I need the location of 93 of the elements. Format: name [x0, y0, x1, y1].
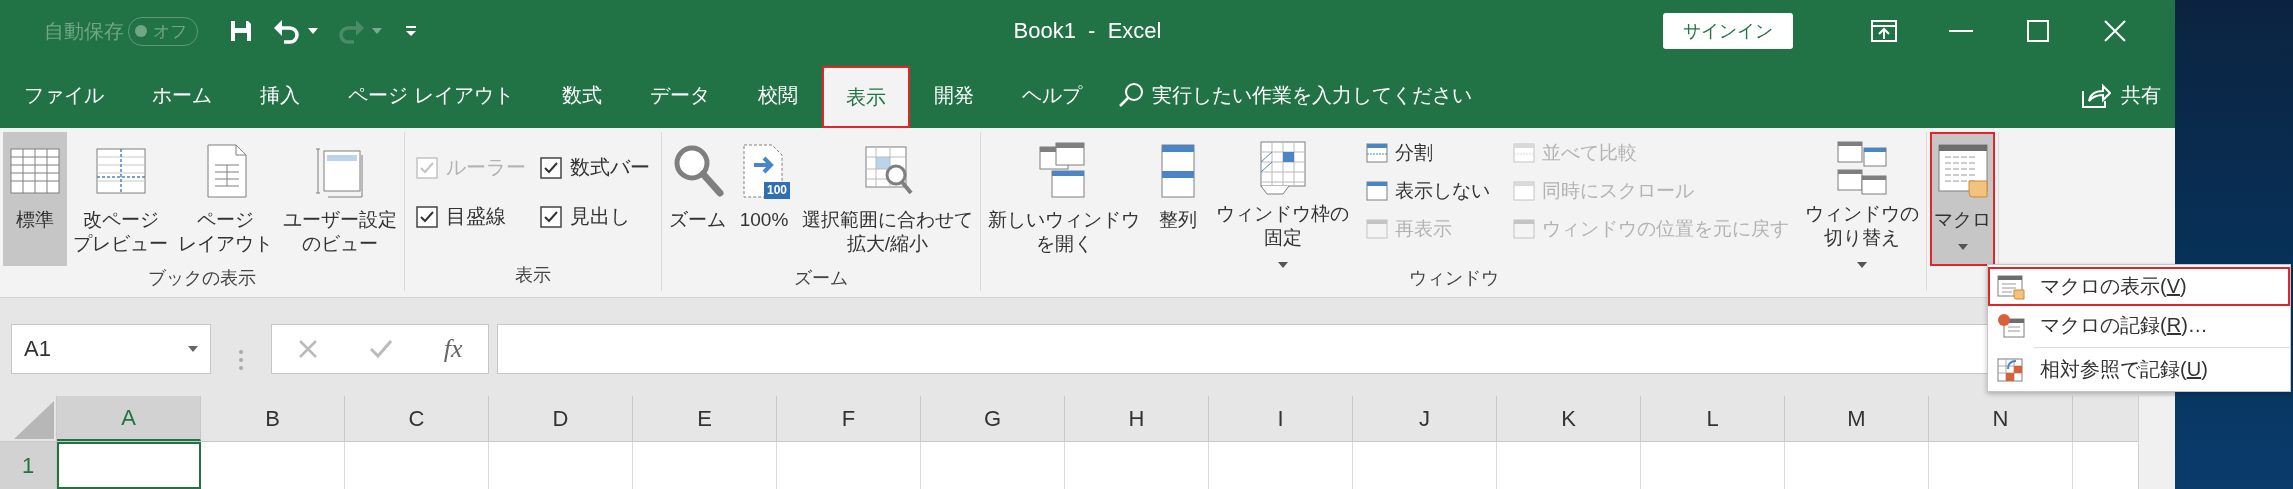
- record-macro-icon: [1996, 312, 2026, 339]
- ribbon-button[interactable]: ユーザー設定 のビュー: [279, 132, 401, 266]
- column-header[interactable]: E: [633, 396, 777, 441]
- group-label: ブックの表示: [148, 268, 256, 288]
- zoom-level-badge: 100: [763, 182, 790, 199]
- drag-handle-icon[interactable]: [239, 349, 243, 371]
- split-window-icon: [1512, 142, 1536, 164]
- ribbon-tab[interactable]: 挿入: [236, 62, 324, 128]
- ribbon-button[interactable]: ウィンドウの 切り替え: [1801, 132, 1923, 266]
- ribbon-button[interactable]: 分割: [1363, 138, 1492, 168]
- select-all-icon[interactable]: [14, 401, 54, 439]
- column-header[interactable]: K: [1497, 396, 1641, 441]
- ribbon-button[interactable]: 表示しない: [1363, 176, 1492, 206]
- ribbon-tab[interactable]: 開発: [909, 62, 998, 128]
- active-cell[interactable]: [57, 442, 201, 489]
- caret-icon: [1857, 261, 1867, 268]
- insert-function-button[interactable]: fx: [443, 334, 463, 364]
- ribbon-tab[interactable]: ファイル: [0, 62, 128, 128]
- menu-item[interactable]: マクロの表示(V): [1988, 267, 2290, 306]
- checkbox-label: ルーラー: [446, 155, 526, 180]
- ribbon-button[interactable]: 新しいウィンドウ を開く: [984, 132, 1144, 266]
- caret-icon: [1957, 243, 1968, 250]
- undo-icon[interactable]: [272, 18, 302, 44]
- ribbon-button[interactable]: ウィンドウ枠の 固定: [1212, 132, 1353, 266]
- ribbon-button[interactable]: ズーム: [665, 132, 730, 266]
- menu-item[interactable]: 相対参照で記録(U): [1988, 350, 2290, 389]
- search-icon: [1117, 82, 1144, 108]
- autosave-label: 自動保存: [44, 18, 124, 44]
- checkbox-label: 数式バー: [570, 155, 650, 180]
- column-header[interactable]: A: [57, 396, 201, 441]
- cell-reference: A1: [24, 336, 51, 362]
- tell-me-field[interactable]: 実行したい作業を入力してください: [1151, 83, 1492, 107]
- column-header[interactable]: I: [1209, 396, 1353, 441]
- checkbox-label: 目盛線: [446, 204, 506, 229]
- ribbon-display-icon[interactable]: [1870, 20, 1897, 42]
- ribbon-tab[interactable]: 数式: [537, 62, 626, 128]
- column-header[interactable]: F: [777, 396, 921, 441]
- group-label: ウィンドウ: [1408, 268, 1499, 288]
- caret-icon: [1277, 261, 1288, 268]
- ribbon-button[interactable]: 標準: [3, 132, 67, 266]
- column-header[interactable]: J: [1353, 396, 1497, 441]
- row-header[interactable]: 1: [0, 442, 57, 489]
- group-label: ズーム: [794, 268, 848, 288]
- share-icon[interactable]: [2081, 81, 2111, 109]
- check-icon[interactable]: [368, 339, 393, 359]
- ribbon-button[interactable]: 改ページ プレビュー: [69, 132, 172, 266]
- customize-toolbar-icon[interactable]: [404, 24, 418, 38]
- cancel-icon[interactable]: [297, 339, 318, 359]
- share-button[interactable]: 共有: [2121, 81, 2161, 109]
- split-window-icon: [1365, 142, 1389, 164]
- column-header[interactable]: G: [921, 396, 1065, 441]
- save-icon[interactable]: [228, 18, 254, 44]
- checkbox[interactable]: [540, 156, 562, 179]
- column-header[interactable]: M: [1785, 396, 1929, 441]
- windows-icon: [1834, 138, 1890, 198]
- ribbon-tab[interactable]: 校閲: [733, 62, 822, 128]
- scrollbar[interactable]: [2138, 396, 2175, 489]
- window-icon: [1365, 180, 1389, 202]
- column-header[interactable]: L: [1641, 396, 1785, 441]
- column-header[interactable]: C: [345, 396, 489, 441]
- window-title: Book1 - Excel: [1013, 18, 1162, 44]
- ribbon-tab[interactable]: 表示: [821, 66, 910, 128]
- window-icon: [1512, 180, 1536, 202]
- ribbon-button[interactable]: 選択範囲に合わせて 拡大/縮小: [798, 132, 977, 266]
- column-header[interactable]: D: [489, 396, 633, 441]
- caret-icon: [372, 28, 382, 34]
- window-icon: [1365, 218, 1389, 240]
- macro-sheet-icon: [1996, 273, 2026, 300]
- checkbox[interactable]: [540, 205, 562, 228]
- column-header[interactable]: B: [201, 396, 345, 441]
- ribbon-button[interactable]: 整列: [1146, 132, 1210, 266]
- close-icon[interactable]: [2103, 20, 2126, 42]
- ribbon-button[interactable]: 100 100%: [732, 132, 796, 266]
- checkbox-label: 見出し: [570, 204, 630, 229]
- caret-icon: [308, 28, 318, 34]
- window-icon: [1512, 218, 1536, 240]
- ribbon-tab[interactable]: ヘルプ: [997, 62, 1106, 128]
- ribbon-button[interactable]: マクロ: [1930, 132, 1995, 266]
- ribbon-button[interactable]: ページ レイアウト: [174, 132, 277, 266]
- sign-in-button[interactable]: サインイン: [1663, 13, 1793, 49]
- column-header[interactable]: H: [1065, 396, 1209, 441]
- name-box[interactable]: A1: [11, 324, 211, 374]
- minimize-icon[interactable]: [1948, 29, 1973, 33]
- relative-reference-icon: [1996, 356, 2026, 383]
- ribbon-tab[interactable]: データ: [625, 62, 734, 128]
- dropdown-arrow-icon: [188, 346, 198, 352]
- column-header[interactable]: N: [1929, 396, 2073, 441]
- menu-item[interactable]: マクロの記録(R)…: [1988, 306, 2290, 345]
- group-label: 表示: [515, 265, 551, 285]
- maximize-icon[interactable]: [2026, 20, 2049, 42]
- ribbon-tab[interactable]: ページ レイアウト: [324, 62, 538, 128]
- checkbox[interactable]: [416, 205, 438, 228]
- ribbon-tab[interactable]: ホーム: [128, 62, 236, 128]
